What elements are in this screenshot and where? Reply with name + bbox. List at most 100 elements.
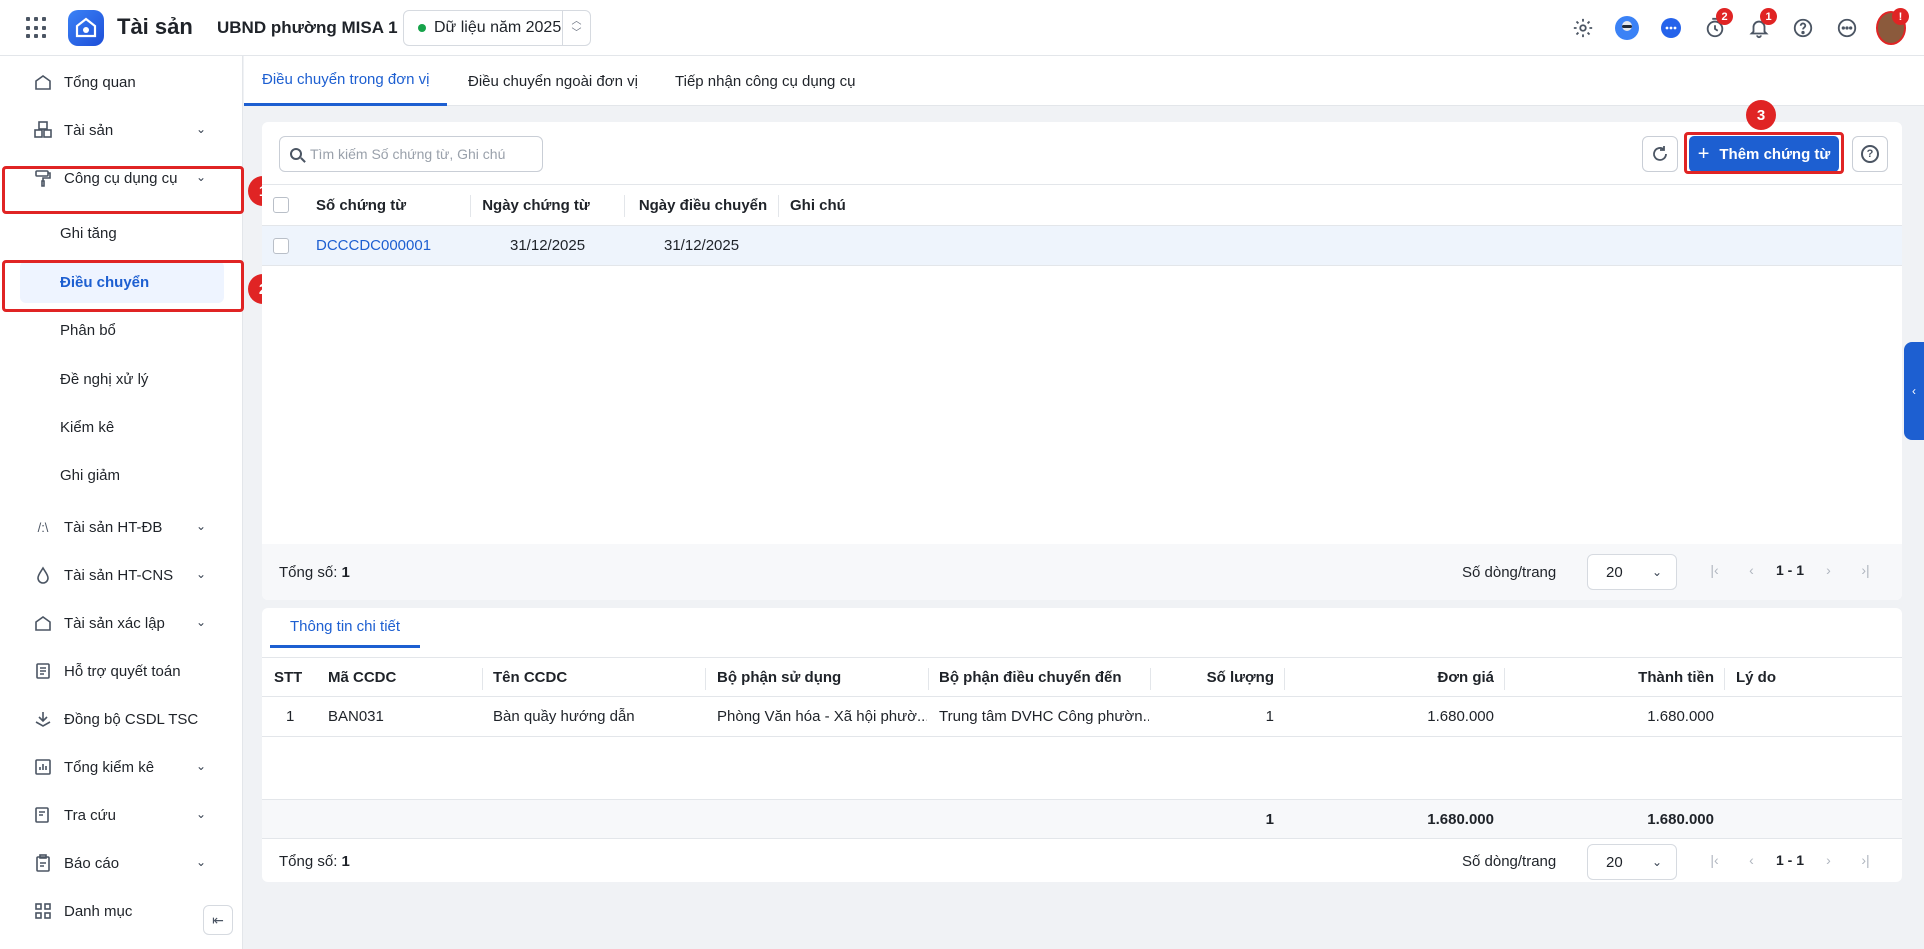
last-page-icon[interactable]: ›| xyxy=(1847,562,1884,578)
refresh-button[interactable] xyxy=(1642,136,1678,172)
col-note[interactable]: Ghi chú xyxy=(790,185,846,225)
sidebar-item-reports[interactable]: Báo cáo ⌄ xyxy=(4,841,236,885)
sidebar-subitem-increase[interactable]: Ghi tăng xyxy=(20,212,224,254)
sidebar-item-label: Tài sản HT-CNS xyxy=(64,566,174,584)
col-voucher-no[interactable]: Số chứng từ xyxy=(316,185,466,225)
sidebar-item-general-inventory[interactable]: Tổng kiểm kê ⌄ xyxy=(4,745,236,789)
chevron-down-icon: ⌄ xyxy=(1651,855,1662,869)
tab-receive-tools[interactable]: Tiếp nhận công cụ dụng cụ xyxy=(675,56,855,106)
select-all-checkbox[interactable] xyxy=(273,185,289,225)
search-input[interactable]: Tìm kiếm Số chứng từ, Ghi chú xyxy=(279,136,543,172)
detail-summary-row: 1 1.680.000 1.680.000 xyxy=(262,799,1902,839)
chevron-down-icon: ⌄ xyxy=(195,519,206,533)
sidebar-subitem-decrease[interactable]: Ghi giảm xyxy=(20,454,224,496)
row-checkbox[interactable] xyxy=(273,226,289,265)
apps-grid-icon[interactable] xyxy=(26,17,48,39)
tab-external-transfer[interactable]: Điều chuyển ngoài đơn vị xyxy=(468,56,638,106)
rows-per-page-label: Số dòng/trang xyxy=(1462,852,1557,870)
detail-total-count: Tổng số: 1 xyxy=(279,840,350,882)
tool-code-cell: BAN031 xyxy=(328,708,384,725)
col-transfer-date[interactable]: Ngày điều chuyển xyxy=(628,185,778,225)
sidebar-subitem-inventory[interactable]: Kiểm kê xyxy=(20,406,224,448)
rows-per-page-select[interactable]: 20 ⌄ xyxy=(1587,844,1677,880)
last-page-icon[interactable]: ›| xyxy=(1847,852,1884,868)
sidebar-item-label: Tài sản HT-ĐB xyxy=(64,518,163,536)
sidebar-item-infrastructure-water[interactable]: Tài sản HT-CNS ⌄ xyxy=(4,553,236,597)
sidebar-item-catalog[interactable]: Danh mục xyxy=(4,889,236,933)
col-using-dept: Bộ phận sử dụng xyxy=(717,668,842,686)
year-selector[interactable]: Dữ liệu năm 2025 ︿ ﹀ xyxy=(403,10,591,46)
rows-per-page-value: 20 xyxy=(1606,853,1623,871)
help-button[interactable]: ? xyxy=(1852,136,1888,172)
next-page-icon[interactable]: › xyxy=(1810,852,1847,868)
voucher-table-header: Số chứng từ Ngày chứng từ Ngày điều chuy… xyxy=(262,184,1902,226)
destination-dept-cell: Trung tâm DVHC Công phườn... xyxy=(939,708,1149,725)
question-icon: ? xyxy=(1861,145,1879,163)
sidebar-item-label: Báo cáo xyxy=(64,854,120,872)
transfer-date-cell: 31/12/2025 xyxy=(664,237,740,254)
next-page-icon[interactable]: › xyxy=(1810,562,1847,578)
chevron-down-icon: ⌄ xyxy=(195,759,206,773)
year-stepper[interactable]: ︿ ﹀ xyxy=(562,11,590,45)
help-icon[interactable] xyxy=(1788,13,1818,43)
detail-table-header: STT Mã CCDC Tên CCDC Bộ phận sử dụng Bộ … xyxy=(262,657,1902,697)
total-label: Tổng số: xyxy=(279,563,338,581)
col-voucher-date[interactable]: Ngày chứng từ xyxy=(477,185,595,225)
detail-panel: Thông tin chi tiết STT Mã CCDC Tên CCDC … xyxy=(262,608,1902,882)
quantity-cell: 1 xyxy=(1265,708,1274,725)
search-icon xyxy=(290,148,302,160)
assistant-avatar-icon[interactable] xyxy=(1612,13,1642,43)
col-tool-name: Tên CCDC xyxy=(493,668,568,686)
sum-quantity: 1 xyxy=(1265,810,1274,828)
app-title: Tài sản xyxy=(117,14,193,39)
total-label: Tổng số: xyxy=(279,852,338,870)
amount-cell: 1.680.000 xyxy=(1647,708,1714,725)
sidebar-subitem-allocation[interactable]: Phân bổ xyxy=(20,309,224,351)
settings-gear-icon[interactable] xyxy=(1568,13,1598,43)
side-panel-toggle-icon[interactable]: ‹ xyxy=(1904,342,1924,440)
chevron-down-icon: ⌄ xyxy=(195,807,206,821)
sidebar-subitem-disposal-request[interactable]: Đề nghị xử lý xyxy=(20,358,224,400)
chat-icon[interactable] xyxy=(1656,13,1686,43)
sidebar-item-infrastructure-road[interactable]: /:\ Tài sản HT-ĐB ⌄ xyxy=(4,505,236,549)
table-row[interactable]: 1 BAN031 Bàn quầy hướng dẫn Phòng Văn hó… xyxy=(262,697,1902,737)
app-logo-icon[interactable] xyxy=(68,10,104,46)
sidebar-item-label: Tổng kiểm kê xyxy=(64,758,155,776)
more-options-icon[interactable] xyxy=(1832,13,1862,43)
tab-bar: Điều chuyển trong đơn vị Điều chuyển ngo… xyxy=(244,56,1924,106)
stt-cell: 1 xyxy=(286,708,295,725)
sidebar-item-established-assets[interactable]: Tài sản xác lập ⌄ xyxy=(4,601,236,645)
sidebar-item-label: Tra cứu xyxy=(64,806,116,824)
sidebar-item-assets[interactable]: Tài sản ⌄ xyxy=(4,108,236,152)
voucher-number-link[interactable]: DCCCDC000001 xyxy=(316,226,431,265)
col-quantity: Số lượng xyxy=(1206,668,1274,686)
rows-per-page-select[interactable]: 20 ⌄ xyxy=(1587,554,1677,590)
page-range: 1 - 1 xyxy=(1775,852,1804,868)
col-unit-price: Đơn giá xyxy=(1437,668,1495,686)
search-doc-icon xyxy=(34,806,52,824)
notification-bell-icon[interactable]: 1 xyxy=(1744,8,1777,43)
table-row[interactable]: DCCCDC000001 31/12/2025 31/12/2025 xyxy=(262,226,1902,266)
rows-per-page-value: 20 xyxy=(1606,563,1623,581)
timer-icon[interactable]: 2 xyxy=(1700,8,1733,43)
sidebar-item-lookup[interactable]: Tra cứu ⌄ xyxy=(4,793,236,837)
tool-name-cell: Bàn quầy hướng dẫn xyxy=(493,708,635,725)
prev-page-icon[interactable]: ‹ xyxy=(1733,562,1770,578)
tab-internal-transfer[interactable]: Điều chuyển trong đơn vị xyxy=(244,56,448,106)
voucher-list-panel: Tìm kiếm Số chứng từ, Ghi chú + Thêm chứ… xyxy=(262,122,1902,600)
sidebar-item-sync-db[interactable]: Đồng bộ CSDL TSC xyxy=(4,697,236,741)
chevron-down-icon: ⌄ xyxy=(1651,565,1662,579)
first-page-icon[interactable]: |‹ xyxy=(1696,562,1733,578)
highlight-box-step2 xyxy=(2,260,244,312)
pagination: |‹ ‹ 1 - 1 › ›| xyxy=(1696,852,1884,868)
prev-page-icon[interactable]: ‹ xyxy=(1733,852,1770,868)
user-avatar[interactable]: ! xyxy=(1876,8,1909,45)
highlight-box-step3 xyxy=(1684,132,1844,174)
sidebar-item-overview[interactable]: Tổng quan xyxy=(4,60,236,104)
sidebar-item-label: Tài sản xác lập xyxy=(64,614,165,632)
collapse-sidebar-icon[interactable]: ⇤ xyxy=(203,905,233,935)
tab-detail-info[interactable]: Thông tin chi tiết xyxy=(270,608,420,648)
rows-per-page-label: Số dòng/trang xyxy=(1462,563,1557,581)
first-page-icon[interactable]: |‹ xyxy=(1696,852,1733,868)
sidebar-item-settlement-support[interactable]: Hỗ trợ quyết toán xyxy=(4,649,236,693)
